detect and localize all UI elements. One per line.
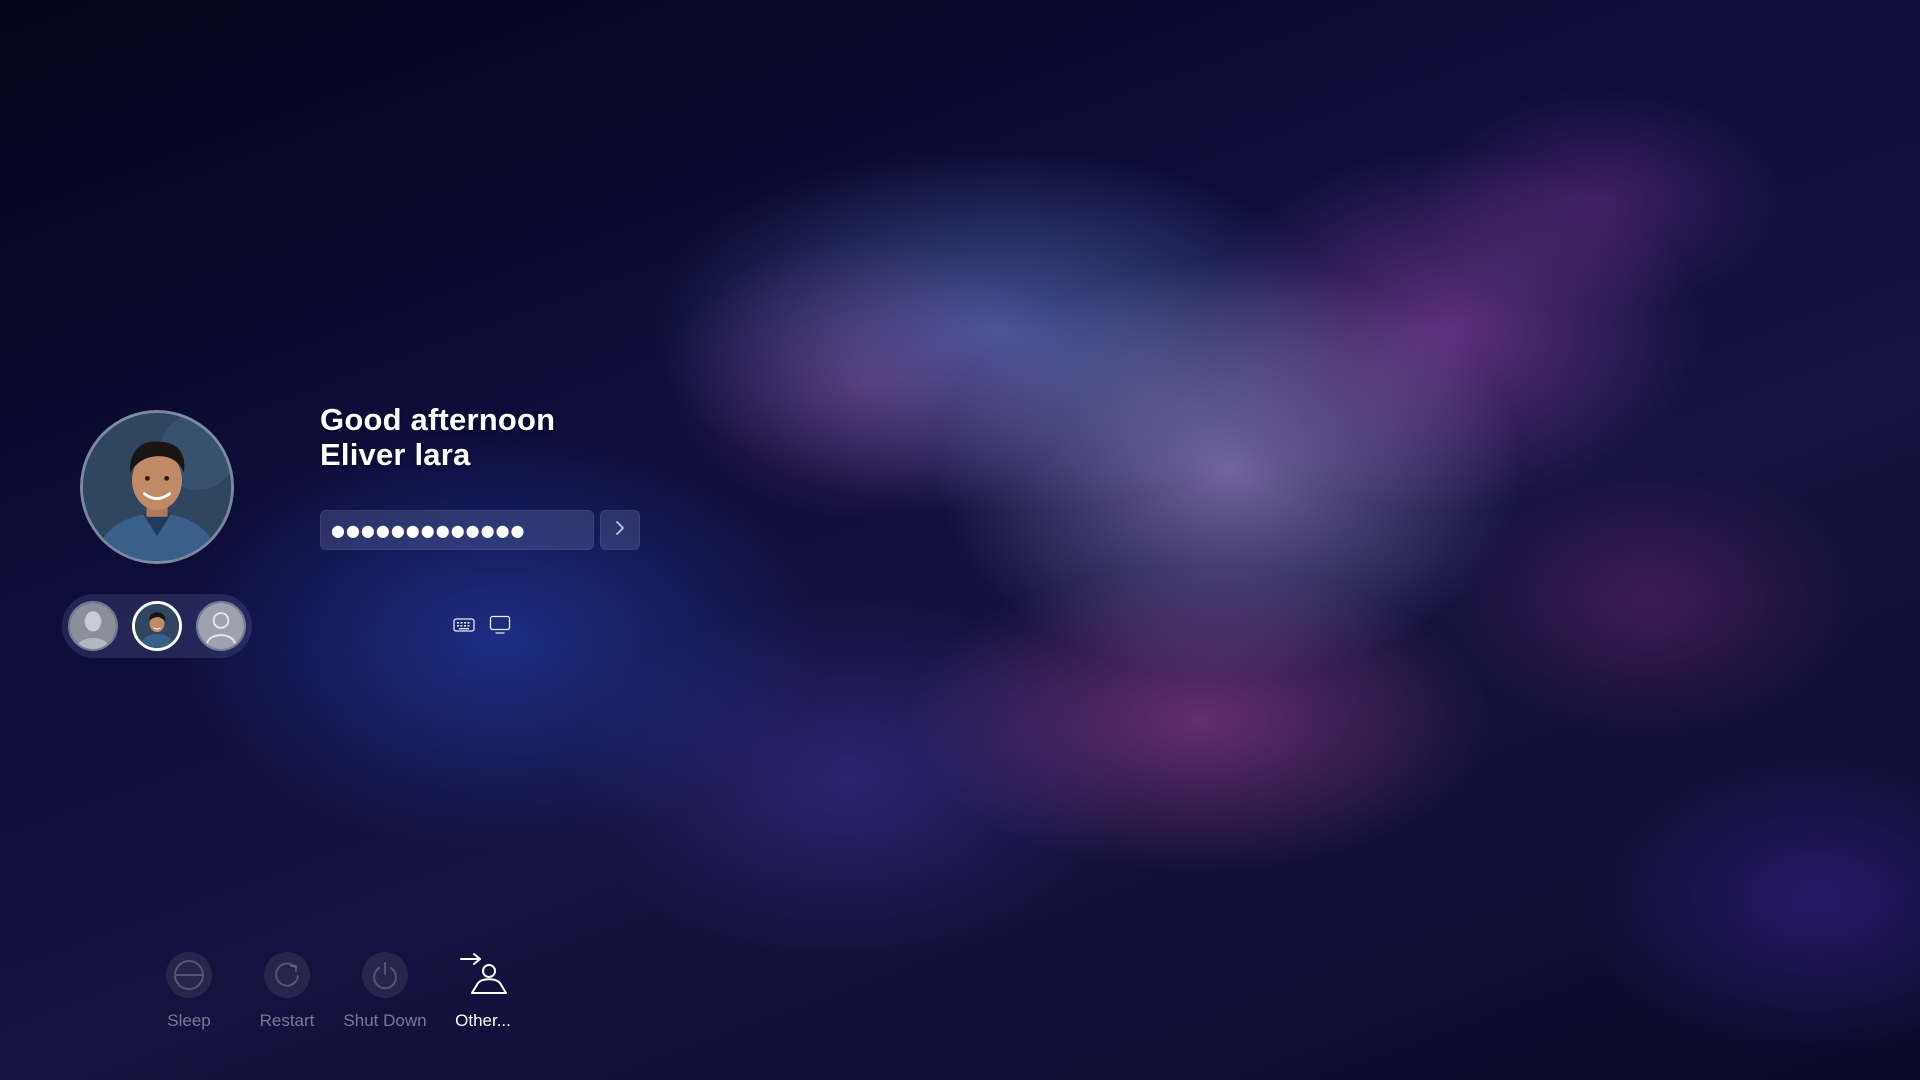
user-portrait-image — [83, 413, 231, 561]
switch-user-icon — [457, 952, 509, 998]
other-user-button[interactable]: Other... — [434, 952, 532, 1031]
power-icon — [362, 952, 408, 998]
password-field[interactable]: ●●●●●●●●●●●●● — [320, 510, 594, 550]
restart-button[interactable]: Restart — [238, 952, 336, 1031]
keyboard-icon[interactable] — [452, 614, 476, 636]
power-options: Sleep Restart Shut Down Other... — [140, 952, 532, 1031]
sleep-icon — [166, 952, 212, 998]
main-user-avatar — [80, 410, 234, 564]
sleep-button[interactable]: Sleep — [140, 952, 238, 1031]
shutdown-button[interactable]: Shut Down — [336, 952, 434, 1031]
display-icon[interactable] — [488, 614, 512, 636]
restart-label: Restart — [259, 1011, 315, 1030]
shutdown-label: Shut Down — [343, 1011, 427, 1030]
greeting-line-1: Good afternoon — [320, 402, 556, 437]
submit-button[interactable] — [600, 510, 640, 550]
chevron-right-icon — [613, 519, 627, 542]
user-name: Eliver lara — [320, 437, 471, 472]
sleep-label: Sleep — [167, 1011, 211, 1030]
greeting: Good afternoon Eliver lara — [320, 402, 555, 472]
other-label: Other... — [455, 1011, 511, 1030]
password-masked-value: ●●●●●●●●●●●●● — [331, 520, 526, 540]
restart-icon — [264, 952, 310, 998]
user-avatar-generic[interactable] — [196, 601, 246, 651]
user-avatar-gray[interactable] — [68, 601, 118, 651]
user-avatar-selected[interactable] — [132, 601, 182, 651]
user-switcher — [62, 594, 252, 658]
aux-icons — [452, 614, 512, 636]
login-screen: Good afternoon Eliver lara ●●●●●●●●●●●●● — [0, 0, 1920, 1080]
